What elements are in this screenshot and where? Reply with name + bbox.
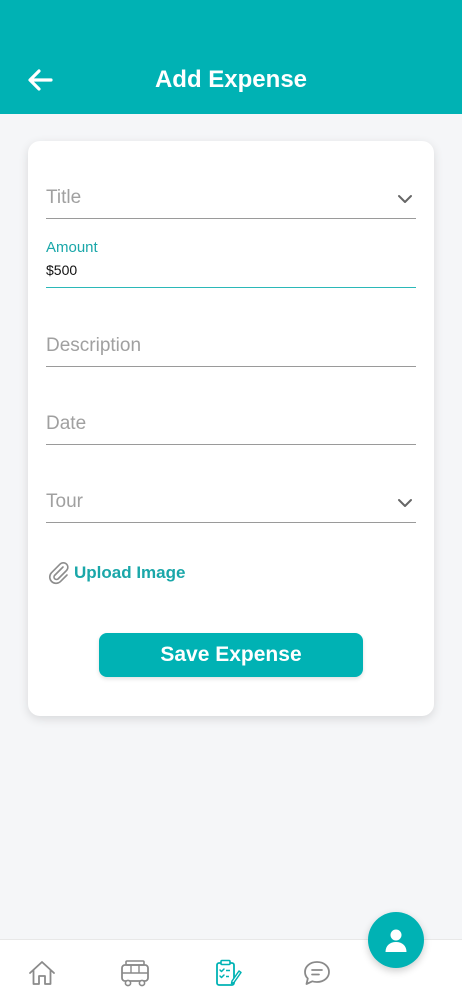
- profile-fab-button[interactable]: [368, 912, 424, 968]
- save-expense-button[interactable]: Save Expense: [99, 633, 363, 677]
- expense-report-icon: [216, 959, 242, 986]
- date-field[interactable]: Date: [46, 405, 416, 445]
- app-header: Add Expense: [0, 0, 462, 114]
- paperclip-icon: [49, 561, 69, 585]
- upload-image-label: Upload Image: [74, 563, 186, 582]
- description-placeholder: Description: [46, 335, 142, 356]
- chat-icon: [304, 961, 330, 985]
- tour-select[interactable]: Tour: [46, 483, 416, 523]
- home-icon: [29, 961, 55, 985]
- nav-home[interactable]: [25, 956, 59, 990]
- amount-value[interactable]: $500: [46, 261, 77, 279]
- user-icon: [385, 929, 407, 952]
- page-title: Add Expense: [154, 66, 308, 93]
- nav-expenses[interactable]: [210, 956, 244, 990]
- nav-chat[interactable]: [300, 956, 334, 990]
- tour-placeholder: Tour: [46, 491, 83, 512]
- nav-tours[interactable]: [118, 956, 152, 990]
- bus-icon: [121, 960, 149, 987]
- title-select[interactable]: Title: [46, 181, 416, 219]
- date-placeholder: Date: [46, 413, 87, 434]
- chevron-down-icon: [398, 195, 412, 203]
- expense-form-card: Title Amount $500 Description Date Tour …: [28, 141, 434, 716]
- description-field[interactable]: Description: [46, 327, 416, 367]
- amount-field[interactable]: Amount $500: [46, 239, 416, 288]
- amount-label: Amount: [46, 239, 98, 256]
- chevron-down-icon: [398, 499, 412, 507]
- upload-image-button[interactable]: Upload Image: [46, 560, 185, 586]
- title-placeholder: Title: [46, 187, 82, 208]
